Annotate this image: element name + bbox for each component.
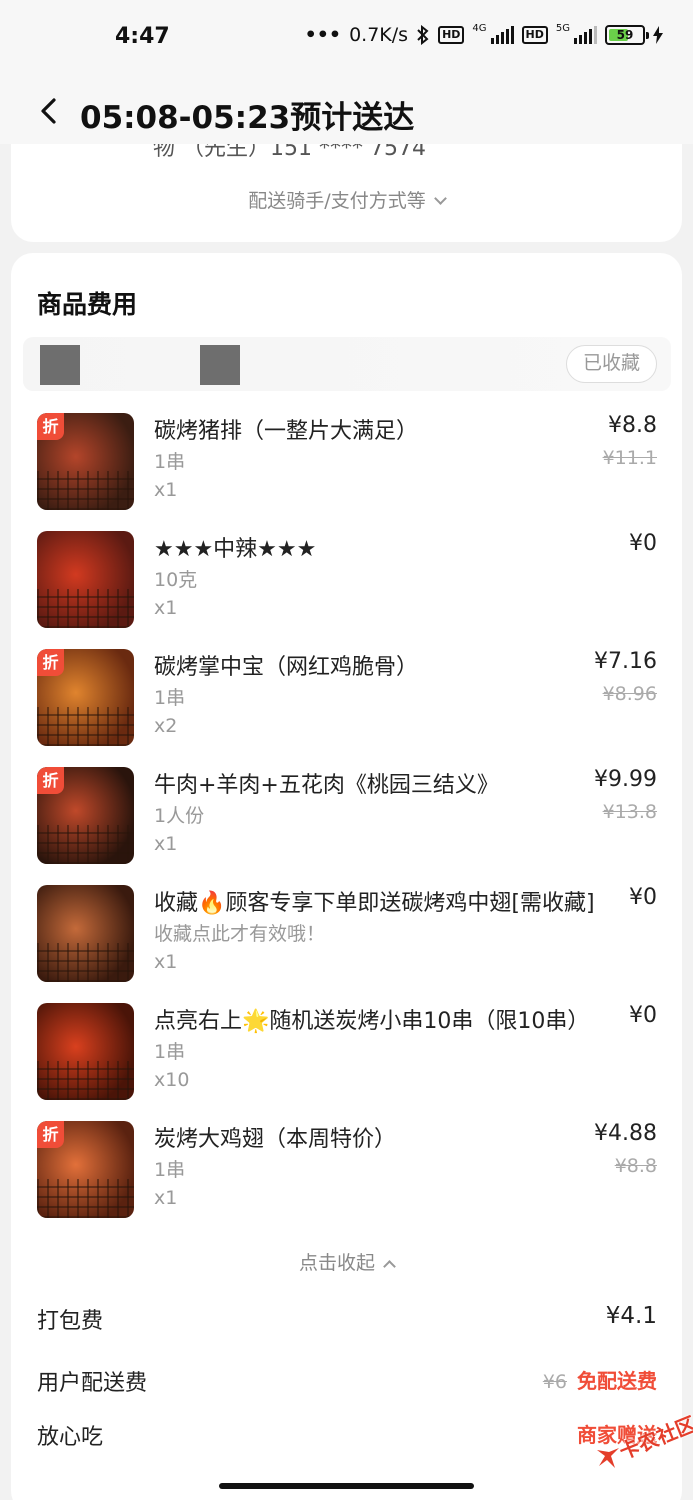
item-price: ¥0: [629, 531, 657, 556]
store-row[interactable]: 已收藏: [23, 337, 671, 391]
item-price: ¥7.16: [594, 649, 657, 674]
item-spec: 1串: [154, 1159, 186, 1181]
discount-badge: 折: [37, 413, 64, 440]
item-price: ¥8.8: [608, 413, 657, 438]
charging-icon: [653, 26, 663, 44]
signal-icon-2: [574, 26, 597, 44]
delivery-fee-original: ¥6: [542, 1371, 567, 1393]
item-name: 炭烤大鸡翅（本周特价）: [154, 1127, 397, 1152]
item-price: ¥9.99: [594, 767, 657, 792]
net-type-2: 5G: [555, 23, 570, 34]
battery-icon: 59: [605, 25, 649, 45]
hd-badge-2: HD: [521, 26, 548, 44]
goods-cost-card: 商品费用 已收藏 折 碳烤猪排（一整片大满足） 1串 x1 ¥8.8 ¥11.1 ★★★中辣…: [11, 253, 682, 1500]
food-thumbnail: [37, 531, 134, 628]
net-speed: 0.7K/s: [349, 24, 409, 46]
back-arrow-icon[interactable]: [36, 96, 64, 126]
item-original-price: ¥13.8: [602, 801, 657, 823]
item-original-price: ¥8.8: [614, 1155, 657, 1177]
item-quantity: x1: [154, 951, 178, 973]
assurance-row: 放心吃 商家赠送: [37, 1419, 657, 1459]
item-original-price: ¥8.96: [602, 683, 657, 705]
delivery-fee-label: 用户配送费: [37, 1371, 148, 1396]
item-price: ¥0: [629, 885, 657, 910]
delivery-fee-row: 用户配送费 ¥6 免配送费: [37, 1365, 657, 1405]
packing-fee-label: 打包费: [37, 1309, 104, 1334]
item-quantity: x10: [154, 1069, 190, 1091]
free-delivery-label: 免配送费: [577, 1369, 657, 1393]
item-quantity: x1: [154, 479, 178, 501]
favorited-badge[interactable]: 已收藏: [565, 345, 657, 383]
item-name: 碳烤猪排（一整片大满足）: [154, 419, 419, 444]
signal-icon-1: [490, 26, 514, 44]
goods-item[interactable]: ★★★中辣★★★ 10克 x1 ¥0: [37, 531, 657, 635]
hd-badge-1: HD: [438, 26, 465, 44]
item-quantity: x2: [154, 715, 178, 737]
food-thumbnail: 折: [37, 1121, 134, 1218]
chevron-up-icon: [383, 1260, 396, 1273]
item-name: 碳烤掌中宝（网红鸡脆骨）: [154, 655, 419, 680]
page-title: 05:08-05:23预计送达: [80, 100, 415, 136]
packing-fee-value: ¥4.1: [605, 1303, 657, 1329]
item-name: ★★★中辣★★★: [154, 537, 317, 562]
store-logo-redacted: [40, 345, 80, 385]
status-bar: 4:47 ••• 0.7K/s HD 4G HD 5G 59: [0, 0, 693, 78]
packing-fee-row: 打包费 ¥4.1: [37, 1303, 657, 1343]
item-price: ¥0: [629, 1003, 657, 1028]
goods-item[interactable]: 折 炭烤大鸡翅（本周特价） 1串 x1 ¥4.88 ¥8.8: [37, 1121, 657, 1225]
discount-badge: 折: [37, 1121, 64, 1148]
section-title: 商品费用: [37, 290, 138, 319]
item-name: 牛肉+羊肉+五花肉《桃园三结义》: [154, 773, 499, 798]
store-name-redacted: [200, 345, 240, 385]
item-spec: 1串: [154, 451, 186, 473]
food-thumbnail: [37, 1003, 134, 1100]
food-thumbnail: 折: [37, 767, 134, 864]
food-thumbnail: 折: [37, 649, 134, 746]
delivery-details-label: 配送骑手/支付方式等: [248, 190, 426, 212]
item-name: 收藏🔥顾客专享下单即送碳烤鸡中翅[需收藏]: [154, 891, 595, 916]
net-type-1: 4G: [472, 23, 487, 34]
goods-item[interactable]: 折 牛肉+羊肉+五花肉《桃园三结义》 1人份 x1 ¥9.99 ¥13.8: [37, 767, 657, 871]
food-thumbnail: 折: [37, 413, 134, 510]
collapse-label: 点击收起: [298, 1252, 375, 1274]
goods-item[interactable]: 折 碳烤掌中宝（网红鸡脆骨） 1串 x2 ¥7.16 ¥8.96: [37, 649, 657, 753]
collapse-button[interactable]: 点击收起: [11, 1248, 682, 1275]
discount-badge: 折: [37, 767, 64, 794]
chevron-down-icon: [433, 192, 447, 205]
status-icons: ••• 0.7K/s HD 4G HD 5G 59: [305, 24, 663, 46]
assurance-label: 放心吃: [37, 1425, 104, 1450]
status-time: 4:47: [115, 24, 170, 49]
item-price: ¥4.88: [594, 1121, 657, 1146]
item-original-price: ¥11.1: [602, 447, 657, 469]
more-dots-icon: •••: [304, 24, 342, 46]
home-indicator[interactable]: [219, 1483, 474, 1489]
item-spec: 10克: [154, 569, 198, 591]
goods-item[interactable]: 折 碳烤猪排（一整片大满足） 1串 x1 ¥8.8 ¥11.1: [37, 413, 657, 517]
item-spec: 1串: [154, 1041, 186, 1063]
bluetooth-icon: [417, 25, 429, 45]
item-quantity: x1: [154, 1187, 178, 1209]
delivery-details-toggle[interactable]: 配送骑手/支付方式等: [11, 186, 682, 213]
item-quantity: x1: [154, 597, 178, 619]
watermark-text: 卡农社区: [615, 1411, 693, 1465]
page-header: 05:08-05:23预计送达: [0, 78, 693, 144]
goods-item[interactable]: 收藏🔥顾客专享下单即送碳烤鸡中翅[需收藏] 收藏点此才有效哦！ x1 ¥0: [37, 885, 657, 989]
watermark-logo: 卡农社区: [591, 1408, 693, 1478]
item-spec: 1串: [154, 687, 186, 709]
discount-badge: 折: [37, 649, 64, 676]
goods-item[interactable]: 点亮右上🌟随机送炭烤小串10串（限10串） 1串 x10 ¥0: [37, 1003, 657, 1107]
item-quantity: x1: [154, 833, 178, 855]
item-spec: 收藏点此才有效哦！: [154, 923, 326, 945]
delivery-fee-value: ¥6 免配送费: [543, 1365, 657, 1394]
food-thumbnail: [37, 885, 134, 982]
item-name: 点亮右上🌟随机送炭烤小串10串（限10串）: [154, 1009, 590, 1034]
item-spec: 1人份: [154, 805, 205, 827]
